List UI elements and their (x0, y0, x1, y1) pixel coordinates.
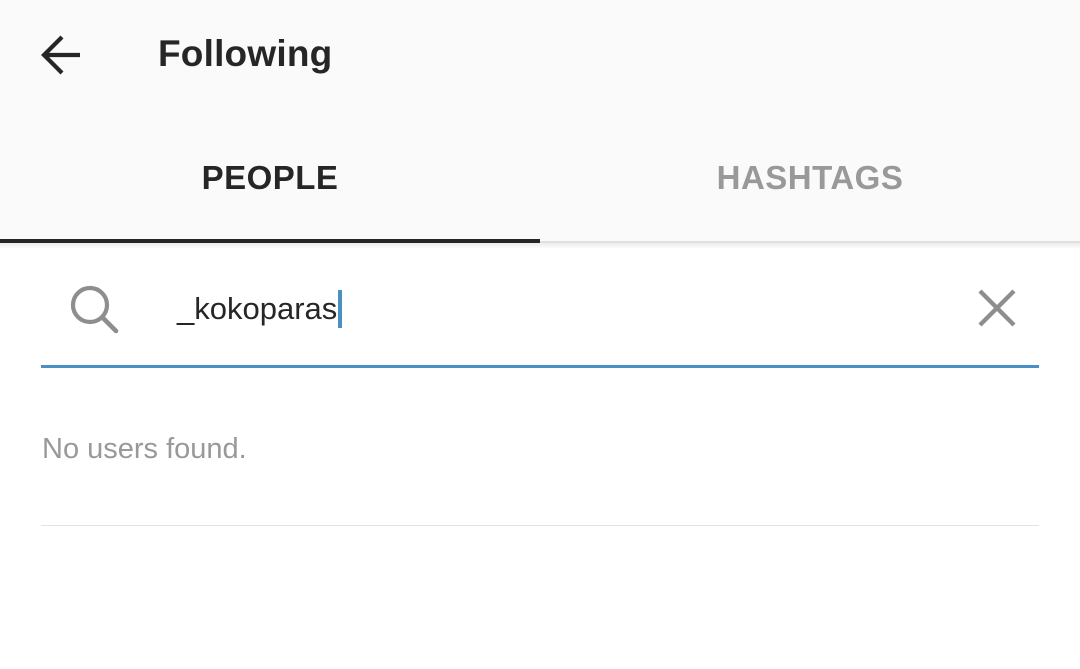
results-divider (41, 525, 1039, 526)
top-bar: Following PEOPLE HASHTAGS (0, 0, 1080, 243)
page-title: Following (158, 33, 333, 74)
search-bar: _kokoparas (41, 262, 1039, 368)
search-underline (41, 365, 1039, 368)
app-screen: Following PEOPLE HASHTAGS _kokoparas No … (0, 0, 1080, 669)
close-icon (978, 289, 1016, 327)
text-cursor (338, 290, 343, 328)
search-icon (70, 285, 119, 334)
tab-people[interactable]: PEOPLE (0, 120, 540, 240)
arrow-left-icon (41, 35, 80, 75)
header: Following (0, 0, 1080, 110)
empty-results-message: No users found. (42, 433, 247, 465)
search-input-text: _kokoparas (177, 291, 338, 326)
clear-search-button[interactable] (969, 280, 1025, 336)
search-input[interactable]: _kokoparas (177, 284, 343, 334)
header-shadow (0, 243, 1080, 249)
back-button[interactable] (28, 26, 96, 84)
tab-hashtags[interactable]: HASHTAGS (540, 120, 1080, 240)
tab-bar: PEOPLE HASHTAGS (0, 120, 1080, 243)
